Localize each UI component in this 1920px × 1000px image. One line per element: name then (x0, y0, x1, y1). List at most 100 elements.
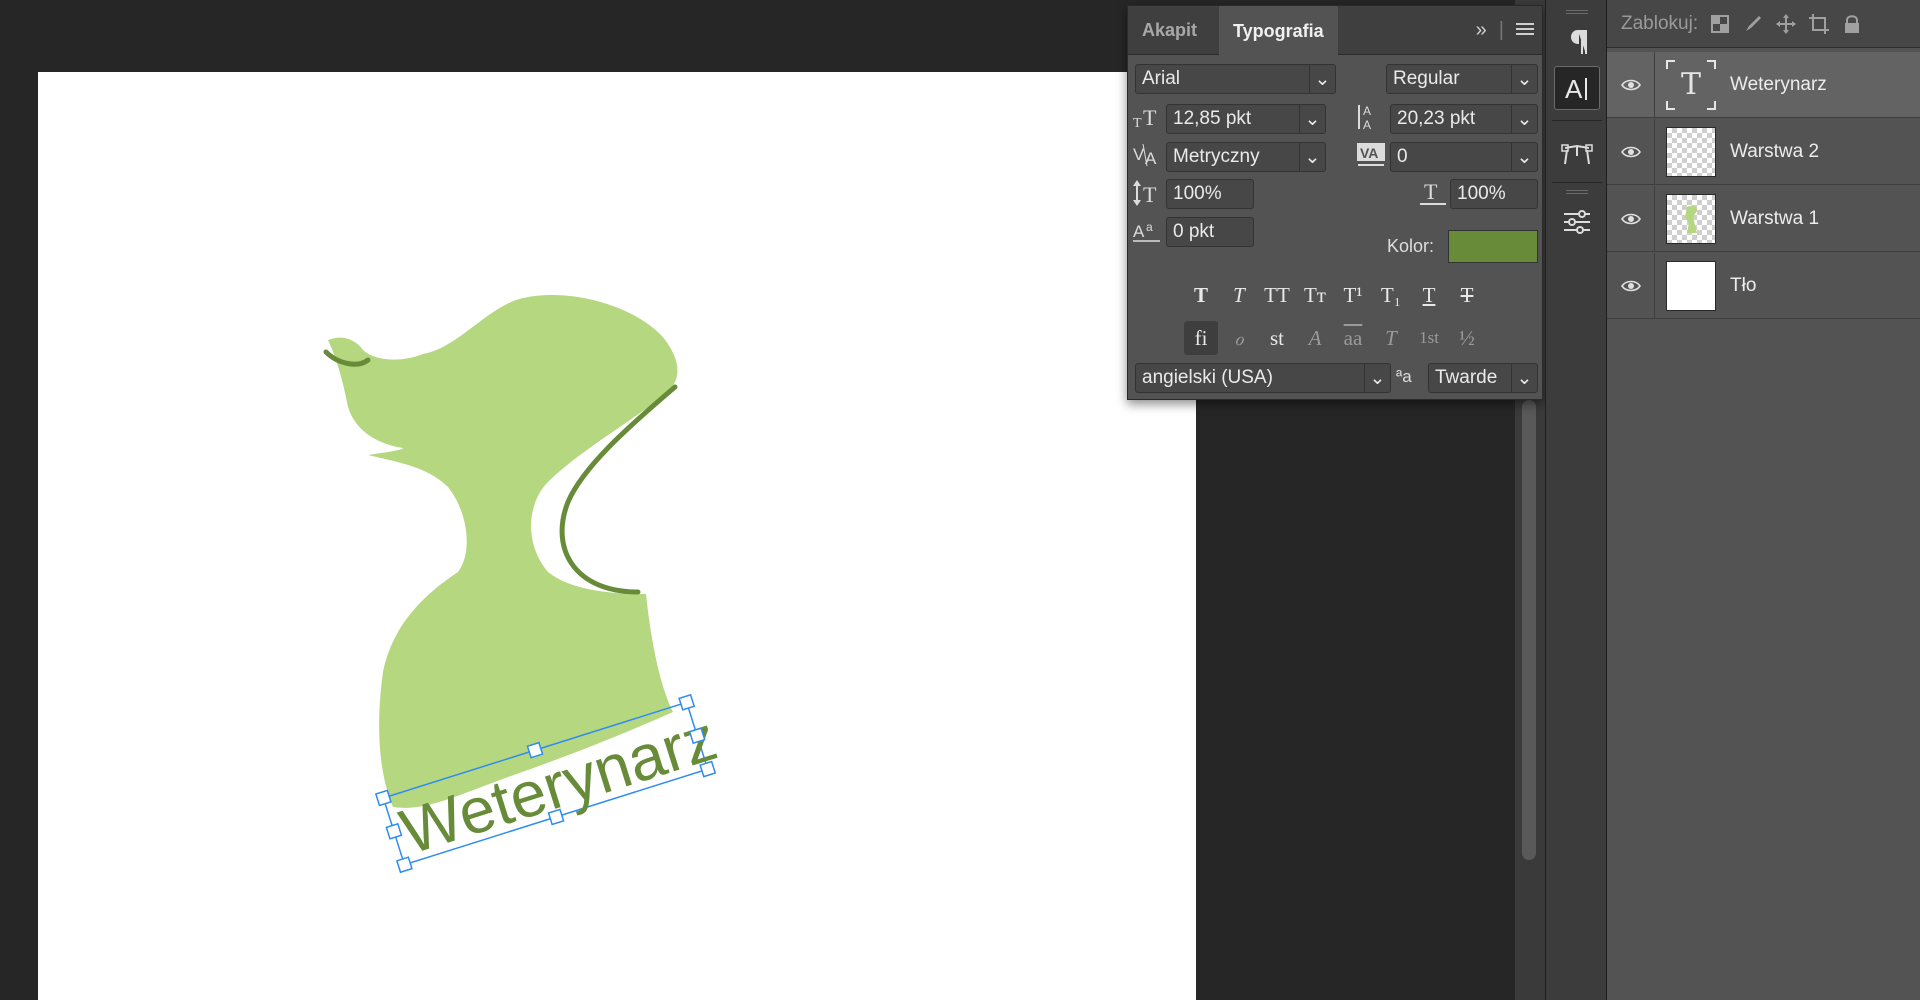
stylistic-alternates-button[interactable]: aa (1336, 321, 1370, 355)
kerning-select[interactable]: Metryczny ⌄ (1166, 142, 1326, 172)
lock-bar: Zablokuj: (1607, 0, 1920, 48)
font-size-field[interactable]: 12,85 pkt ⌄ (1166, 104, 1326, 134)
lock-image-pixels-icon[interactable] (1742, 13, 1764, 35)
svg-text:a: a (1146, 220, 1153, 234)
transform-handle[interactable] (678, 693, 696, 711)
chevron-down-icon: ⌄ (1511, 364, 1537, 392)
panel-tab-tools: » | (1476, 6, 1534, 55)
underline-button[interactable]: T (1412, 278, 1446, 312)
paths-icon[interactable] (1554, 132, 1600, 176)
svg-text:A: A (1363, 118, 1371, 131)
strip-grip[interactable] (1566, 190, 1588, 194)
text-layer-thumbnail-icon: T (1666, 59, 1716, 110)
leading-icon: AA (1356, 102, 1386, 132)
chevron-down-icon: ⌄ (1299, 143, 1325, 171)
lock-artboard-icon[interactable] (1808, 13, 1830, 35)
faux-italic-button[interactable]: T (1222, 278, 1256, 312)
layer-row-warstwa-2[interactable]: Warstwa 2 (1607, 118, 1920, 185)
fractions-button[interactable]: ½ (1450, 321, 1484, 355)
document-canvas[interactable]: Weterynarz (38, 72, 1196, 1000)
strikethrough-button[interactable]: T (1450, 278, 1484, 312)
font-size-value: 12,85 pkt (1173, 108, 1252, 129)
tab-divider: | (1498, 19, 1504, 41)
adjustments-icon[interactable] (1554, 200, 1600, 244)
visibility-eye-icon[interactable] (1607, 252, 1655, 319)
vertical-scale-field[interactable]: 100% (1166, 179, 1254, 209)
horizontal-scale-field[interactable]: 100% (1450, 179, 1538, 209)
text-color-swatch[interactable] (1448, 230, 1538, 263)
transform-handle[interactable] (526, 741, 544, 759)
tab-typografia[interactable]: Typografia (1219, 6, 1338, 56)
layer-row-tlo[interactable]: Tło (1607, 252, 1920, 319)
layer-row-warstwa-1[interactable]: Warstwa 1 (1607, 185, 1920, 252)
visibility-eye-icon[interactable] (1607, 185, 1655, 252)
transform-handle[interactable] (547, 808, 565, 826)
layer-row-weterynarz[interactable]: T Weterynarz (1607, 51, 1920, 118)
antialias-icon: ªa (1396, 367, 1412, 386)
titling-alternates-button[interactable]: T (1374, 321, 1408, 355)
language-value: angielski (USA) (1142, 367, 1273, 388)
color-label: Kolor: (1387, 236, 1435, 256)
visibility-eye-icon[interactable] (1607, 51, 1655, 118)
tracking-icon: VA (1356, 140, 1386, 170)
ligatures-button[interactable]: fi (1184, 321, 1218, 355)
panel-menu-icon[interactable] (1516, 19, 1534, 42)
language-select[interactable]: angielski (USA) ⌄ (1135, 363, 1391, 393)
antialias-value: Twarde (1435, 367, 1498, 388)
transform-handle[interactable] (385, 822, 403, 840)
chevron-down-icon: ⌄ (1364, 364, 1390, 392)
font-style-value: Regular (1393, 68, 1460, 89)
font-style-select[interactable]: Regular ⌄ (1386, 64, 1538, 94)
small-caps-button[interactable]: Tт (1298, 278, 1332, 312)
ordinals-button[interactable]: 1st (1412, 321, 1446, 355)
layer-name[interactable]: Weterynarz (1730, 74, 1827, 96)
tab-akapit[interactable]: Akapit (1128, 6, 1211, 55)
layer-name[interactable]: Warstwa 2 (1730, 141, 1819, 163)
baseline-shift-value: 0 pkt (1173, 221, 1215, 242)
document-scrollbar-thumb[interactable] (1522, 400, 1536, 860)
baseline-shift-field[interactable]: 0 pkt (1166, 217, 1254, 247)
transform-handle[interactable] (688, 727, 706, 745)
chevron-down-icon: ⌄ (1299, 105, 1325, 133)
horizontal-scale-value: 100% (1457, 183, 1506, 204)
kerning-value: Metryczny (1173, 146, 1260, 167)
visibility-eye-icon[interactable] (1607, 118, 1655, 185)
layer-name[interactable]: Tło (1730, 275, 1756, 297)
svg-text:T: T (1424, 179, 1438, 204)
antialias-select[interactable]: Twarde ⌄ (1428, 363, 1538, 393)
faux-bold-button[interactable]: T (1184, 278, 1218, 312)
all-caps-button[interactable]: TT (1260, 278, 1294, 312)
layer-thumbnail (1666, 193, 1716, 244)
tracking-value: 0 (1397, 146, 1408, 167)
svg-text:A: A (1565, 74, 1583, 102)
transform-handle[interactable] (374, 789, 392, 807)
transform-handle[interactable] (699, 760, 717, 778)
layers-panel: Zablokuj: T Weterynarz Warstwa 2 Warstwa… (1607, 0, 1920, 1000)
swash-button[interactable]: A (1298, 321, 1332, 355)
superscript-button[interactable]: T¹ (1336, 278, 1370, 312)
svg-text:T: T (1143, 105, 1157, 129)
lock-position-icon[interactable] (1775, 13, 1797, 35)
collapse-panel-icon[interactable]: » (1476, 19, 1487, 42)
font-size-icon: TT (1132, 102, 1162, 132)
transform-handle[interactable] (395, 856, 413, 874)
lock-transparent-pixels-icon[interactable] (1709, 13, 1731, 35)
layer-name[interactable]: Warstwa 1 (1730, 208, 1819, 230)
leading-field[interactable]: 20,23 pkt ⌄ (1390, 104, 1538, 134)
paragraph-icon[interactable] (1554, 20, 1600, 64)
strip-grip[interactable] (1566, 10, 1588, 14)
subscript-button[interactable]: T₁ (1374, 278, 1408, 312)
lock-all-icon[interactable] (1841, 13, 1863, 35)
lock-label: Zablokuj: (1621, 12, 1699, 34)
character-panel-icon[interactable]: A (1554, 66, 1600, 110)
character-panel: Akapit Typografia » | Arial ⌄ Regular ⌄ … (1127, 5, 1543, 400)
svg-text:T: T (1143, 182, 1157, 207)
tracking-field[interactable]: 0 ⌄ (1390, 142, 1538, 172)
font-family-select[interactable]: Arial ⌄ (1135, 64, 1336, 94)
discretionary-ligatures-button[interactable]: st (1260, 321, 1294, 355)
chevron-down-icon: ⌄ (1511, 65, 1537, 93)
old-style-button[interactable]: ℴ (1222, 321, 1256, 355)
svg-text:VA: VA (1360, 145, 1378, 161)
panel-tool-strip: A (1545, 0, 1607, 1000)
layer-thumbnail (1666, 126, 1716, 177)
